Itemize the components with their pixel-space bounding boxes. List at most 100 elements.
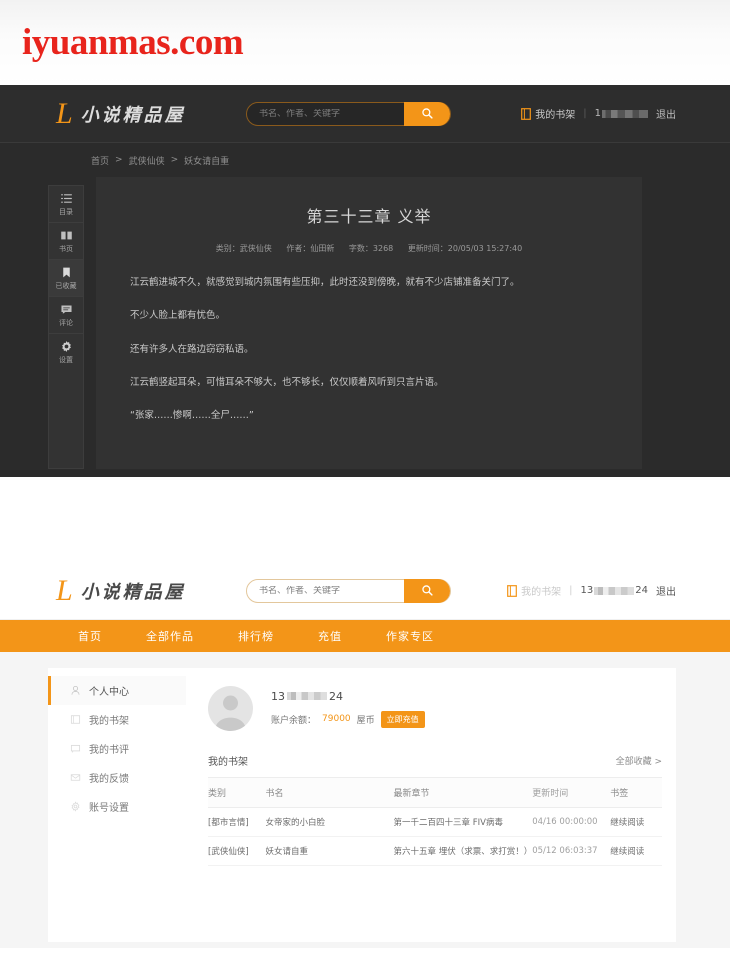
breadcrumb-book[interactable]: 妖女请自重: [184, 154, 229, 167]
breadcrumb-home[interactable]: 首页: [91, 154, 109, 167]
sidebar-item-personal-center[interactable]: 个人中心: [48, 676, 186, 705]
cell-latest-chapter[interactable]: 第一千二百四十三章 FIV病毒: [393, 807, 533, 837]
site-logo[interactable]: L 小说精品屋: [56, 573, 246, 607]
profile-username: 13 24: [271, 690, 425, 703]
nav-item-all-works[interactable]: 全部作品: [124, 628, 216, 644]
chapter-category: 类别：武侠仙侠: [215, 244, 272, 253]
cell-updated: 04/16 00:00:00: [532, 807, 611, 837]
username-prefix: 13: [580, 585, 594, 596]
gear-icon: [61, 340, 71, 353]
table-header-row: 类别 书名 最新章节 更新时间 书签: [208, 777, 662, 808]
avatar[interactable]: [208, 686, 253, 731]
shelf-title: 我的书架: [208, 757, 248, 768]
cell-book-name[interactable]: 妖女请自重: [265, 836, 394, 866]
tool-comment[interactable]: 评论: [49, 297, 83, 334]
sidebar-item-my-reviews[interactable]: 我的书评: [48, 734, 186, 763]
chapter-paragraph: 不少人脸上都有忧色。: [130, 310, 226, 322]
breadcrumb-sep-1: >: [115, 155, 123, 165]
column-header-updated: 更新时间: [532, 777, 611, 808]
header-divider: |: [569, 585, 573, 596]
chapter-paragraph: 江云鹤竖起耳朵，可惜耳朵不够大，也不够长，仅仅顺着风听到只言片语。: [130, 376, 444, 388]
tool-catalog[interactable]: 目录: [49, 186, 83, 223]
breadcrumb-category[interactable]: 武侠仙侠: [129, 154, 165, 167]
tool-favorited-label: 已收藏: [55, 281, 77, 290]
balance-unit: 屋币: [356, 715, 375, 726]
nav-item-ranking[interactable]: 排行榜: [216, 628, 296, 644]
breadcrumb-sep-2: >: [170, 155, 179, 165]
sidebar-item-label: 我的反馈: [89, 774, 129, 785]
cell-bookmark[interactable]: 继续阅读: [610, 836, 662, 866]
tool-favorited[interactable]: 已收藏: [49, 260, 83, 297]
tool-settings[interactable]: 设置: [49, 334, 83, 371]
review-icon: [70, 744, 81, 753]
chapter-paragraph: “张家……惨啊……全尸……”: [130, 410, 254, 421]
sidebar-item-account-settings[interactable]: 账号设置: [48, 792, 186, 821]
table-row[interactable]: [都市言情] 女帝家的小白脸 第一千二百四十三章 FIV病毒 04/16 00:…: [208, 807, 662, 837]
watermark-band: iyuanmas.com: [0, 0, 730, 85]
cell-bookmark[interactable]: 继续阅读: [610, 807, 662, 837]
search-button[interactable]: [404, 578, 450, 603]
username[interactable]: 13 24: [581, 585, 648, 596]
search-box[interactable]: [246, 101, 451, 126]
avatar-placeholder-icon: [215, 695, 246, 731]
sidebar-item-my-feedback[interactable]: 我的反馈: [48, 763, 186, 792]
username-redacted-bar: [594, 586, 635, 595]
cell-book-name[interactable]: 女帝家的小白脸: [265, 807, 394, 837]
tool-comment-label: 评论: [59, 318, 73, 327]
user-center-header: L 小说精品屋 我的书架: [0, 562, 730, 620]
book-icon: [507, 584, 518, 597]
sidebar-item-label: 我的书评: [89, 745, 129, 756]
book-open-icon: [60, 231, 72, 239]
chapter-body: 江云鹤进城不久，就感觉到城内氛围有些压抑，此时还没到傍晚，就有不少店铺准备关门了…: [130, 276, 608, 423]
profile-username-prefix: 13: [271, 689, 285, 703]
tool-bookpage[interactable]: 书页: [49, 223, 83, 260]
search-button[interactable]: [404, 101, 450, 126]
logo-text: 小说精品屋: [80, 104, 186, 126]
my-shelf-label: 我的书架: [535, 110, 576, 121]
sidebar-item-my-shelf[interactable]: 我的书架: [48, 705, 186, 734]
username[interactable]: 1: [595, 108, 648, 119]
main-nav: 首页 全部作品 排行榜 充值 作家专区: [0, 620, 730, 652]
cell-updated: 05/12 06:03:37: [532, 836, 611, 866]
balance-row: 账户余额： 79000 屋币 立即充值: [271, 710, 425, 728]
chapter-updated: 更新时间：20/05/03 15:27:40: [407, 244, 523, 253]
search-box[interactable]: [246, 578, 451, 603]
user-center-main: 个人中心 我的书架 我的书评 我的反馈 账号设置 13 24 账户余额： 790…: [0, 652, 730, 942]
profile-username-suffix: 24: [329, 689, 343, 703]
nav-item-writer-zone[interactable]: 作家专区: [364, 628, 456, 644]
search-input[interactable]: [247, 585, 404, 596]
shelf-icon: [70, 715, 81, 724]
profile-info: 13 24 账户余额： 79000 屋币 立即充值: [271, 690, 425, 728]
bookmark-icon: [62, 267, 70, 277]
table-row[interactable]: [武侠仙侠] 妖女请自重 第六十五章 埋伏（求票、求打赏！） 05/12 06:…: [208, 836, 662, 866]
column-header-bookmark: 书签: [610, 777, 662, 808]
chapter-wordcount: 字数：3268: [348, 244, 394, 253]
shelf-header: 我的书架 全部收藏 >: [208, 753, 662, 777]
book-icon: [521, 107, 532, 120]
site-logo[interactable]: L 小说精品屋: [56, 98, 246, 129]
logo-text: 小说精品屋: [80, 581, 186, 603]
shelf-all-link[interactable]: 全部收藏 >: [616, 754, 662, 767]
column-header-latest-chapter: 最新章节: [393, 777, 533, 808]
recharge-button[interactable]: 立即充值: [380, 710, 425, 728]
reader-header-links: 我的书架 | 1 退出: [521, 106, 676, 121]
logout-link[interactable]: 退出: [656, 583, 676, 598]
logo-mark-icon: L: [56, 573, 73, 607]
column-header-book-name: 书名: [265, 777, 394, 808]
nav-item-recharge[interactable]: 充值: [296, 628, 364, 644]
my-shelf-link[interactable]: 我的书架: [507, 583, 561, 598]
logout-link[interactable]: 退出: [656, 106, 676, 121]
my-shelf-link[interactable]: 我的书架: [521, 106, 575, 121]
watermark-text: iyuanmas.com: [22, 22, 244, 63]
list-icon: [60, 193, 72, 203]
nav-item-home[interactable]: 首页: [56, 628, 124, 644]
comment-icon: [60, 304, 72, 314]
mail-icon: [70, 774, 81, 781]
reader-header: L 小说精品屋 我的书架: [0, 85, 730, 143]
cell-category: [武侠仙侠]: [208, 836, 266, 866]
user-icon: [71, 685, 80, 695]
search-input[interactable]: [247, 108, 404, 119]
cell-latest-chapter[interactable]: 第六十五章 埋伏（求票、求打赏！）: [393, 836, 532, 866]
user-center-content: 13 24 账户余额： 79000 屋币 立即充值 我的书架 全部收藏 > 类别…: [186, 668, 676, 942]
user-center-sidebar: 个人中心 我的书架 我的书评 我的反馈 账号设置: [48, 668, 186, 942]
